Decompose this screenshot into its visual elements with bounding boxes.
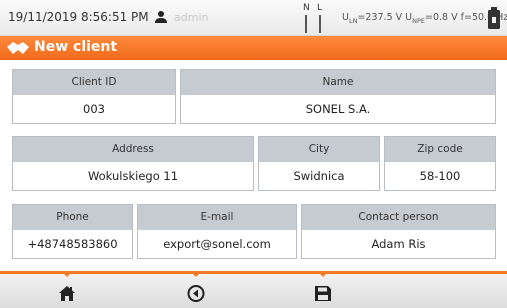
home-icon <box>59 286 75 301</box>
title-bar: New client <box>0 36 507 60</box>
phone-label: Phone <box>13 205 132 230</box>
status-bar: 19/11/2019 8:56:51 PM admin N L ULN=237.… <box>0 0 507 36</box>
back-button-marker <box>190 271 202 277</box>
address-value[interactable]: Wokulskiego 11 <box>13 162 253 190</box>
zip-code-field[interactable]: Zip code 58-100 <box>384 136 496 191</box>
name-field[interactable]: Name SONEL S.A. <box>180 69 496 124</box>
back-button[interactable] <box>181 271 211 308</box>
back-icon <box>187 285 205 302</box>
home-button[interactable] <box>52 271 82 308</box>
save-button-marker <box>317 271 329 277</box>
zip-code-label: Zip code <box>385 137 495 162</box>
city-value[interactable]: Swidnica <box>259 162 379 190</box>
name-label: Name <box>181 70 495 95</box>
save-icon <box>315 286 331 301</box>
client-id-label: Client ID <box>13 70 175 95</box>
email-label: E-mail <box>138 205 296 230</box>
n-line <box>305 15 307 33</box>
email-field[interactable]: E-mail export@sonel.com <box>137 204 297 259</box>
username: admin <box>174 11 209 24</box>
client-handshake-icon <box>7 42 29 54</box>
address-field[interactable]: Address Wokulskiego 11 <box>12 136 254 191</box>
l-label: L <box>317 3 323 13</box>
name-value[interactable]: SONEL S.A. <box>181 95 495 123</box>
nl-indicator: N L <box>303 3 329 33</box>
n-label: N <box>303 3 310 13</box>
save-button[interactable] <box>308 271 338 308</box>
phone-value[interactable]: +48748583860 <box>13 230 132 258</box>
email-value[interactable]: export@sonel.com <box>138 230 296 258</box>
datetime: 19/11/2019 8:56:51 PM <box>8 10 149 24</box>
city-label: City <box>259 137 379 162</box>
bottom-toolbar <box>0 271 507 308</box>
page-title: New client <box>34 39 118 55</box>
battery-plug-icon <box>488 7 500 29</box>
measurements-readout: ULN=237.5 V UNPE=0.8 V f=50.0 Hz <box>342 12 507 25</box>
contact-person-field[interactable]: Contact person Adam Ris <box>301 204 496 259</box>
zip-code-value[interactable]: 58-100 <box>385 162 495 190</box>
contact-person-value[interactable]: Adam Ris <box>302 230 495 258</box>
city-field[interactable]: City Swidnica <box>258 136 380 191</box>
contact-person-label: Contact person <box>302 205 495 230</box>
user-icon <box>155 11 167 23</box>
address-label: Address <box>13 137 253 162</box>
home-button-marker <box>61 271 73 277</box>
client-id-field[interactable]: Client ID 003 <box>12 69 176 124</box>
l-line <box>319 15 321 33</box>
phone-field[interactable]: Phone +48748583860 <box>12 204 133 259</box>
client-id-value[interactable]: 003 <box>13 95 175 123</box>
